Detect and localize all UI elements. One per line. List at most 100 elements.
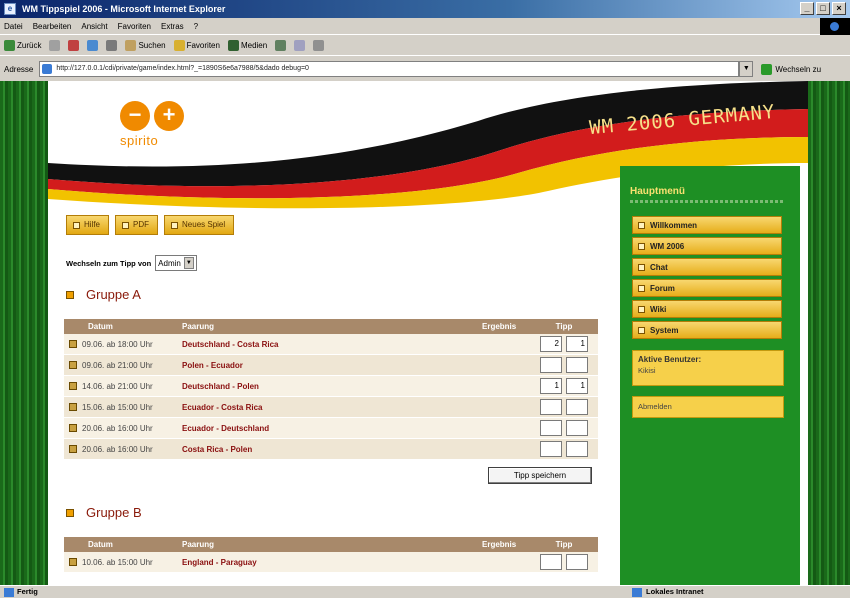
refresh-button[interactable]: [87, 40, 99, 51]
match-date: 09.06. ab 18:00 Uhr: [82, 339, 153, 349]
go-button[interactable]: Wechseln zu: [761, 63, 821, 75]
tipp-cell: [530, 554, 598, 570]
tipp-home-input[interactable]: [540, 441, 562, 457]
page-icon: [42, 64, 53, 74]
back-button[interactable]: Zurück: [4, 40, 41, 51]
group-a-table: Datum Paarung Ergebnis Tipp 09.06. ab 18…: [64, 319, 598, 460]
media-button[interactable]: Medien: [227, 40, 267, 51]
forward-button[interactable]: [49, 40, 61, 51]
tipp-away-input[interactable]: [566, 357, 588, 373]
match-icon: [69, 403, 77, 411]
mail-button[interactable]: [294, 40, 306, 51]
tipp-home-input[interactable]: [540, 399, 562, 415]
ie-throbber-icon: [820, 18, 850, 35]
pdf-button[interactable]: PDF: [115, 215, 159, 235]
match-pairing[interactable]: Polen - Ecuador: [182, 361, 482, 370]
favorites-button[interactable]: Favoriten: [173, 40, 220, 51]
home-button[interactable]: [106, 40, 118, 51]
match-icon: [69, 382, 77, 390]
window-title: WM Tippspiel 2006 - Microsoft Internet E…: [22, 4, 226, 14]
tipp-away-input[interactable]: [566, 554, 588, 570]
tipp-cell: [530, 420, 598, 436]
new-game-button[interactable]: Neues Spiel: [164, 215, 235, 235]
back-arrow-icon: [4, 40, 15, 51]
match-pairing[interactable]: Ecuador - Deutschland: [182, 424, 482, 433]
search-icon: [125, 40, 137, 51]
nav-bullet-icon: [638, 221, 645, 229]
minus-circle-icon: −: [120, 101, 150, 131]
match-pairing[interactable]: Deutschland - Polen: [182, 382, 482, 391]
bullet-icon: [66, 290, 74, 299]
home-icon: [106, 40, 118, 51]
tipp-switch-label: Wechseln zum Tipp von: [66, 258, 152, 268]
address-dropdown-button[interactable]: ▼: [739, 61, 754, 77]
menu-favoriten[interactable]: Favoriten: [118, 18, 151, 34]
help-button[interactable]: Hilfe: [66, 215, 110, 235]
menu-extras[interactable]: Extras: [161, 18, 184, 34]
table-row: 20.06. ab 16:00 Uhr Costa Rica - Polen: [64, 439, 598, 460]
history-button[interactable]: [275, 40, 287, 51]
search-button[interactable]: Suchen: [125, 40, 166, 51]
address-input[interactable]: http://127.0.0.1/cdi/private/game/index.…: [39, 61, 740, 77]
forward-arrow-icon: [49, 40, 61, 51]
tipp-cell: [530, 399, 598, 415]
tipp-home-input[interactable]: [540, 357, 562, 373]
window-titlebar: e WM Tippspiel 2006 - Microsoft Internet…: [0, 0, 850, 18]
close-button[interactable]: ×: [832, 2, 846, 15]
nav-bullet-icon: [638, 284, 645, 292]
tipp-away-input[interactable]: 1: [566, 336, 588, 352]
logout-link[interactable]: Abmelden: [632, 396, 784, 418]
tipp-away-input[interactable]: [566, 441, 588, 457]
header-result: Ergebnis: [482, 322, 517, 331]
header-tipp: Tipp: [555, 322, 573, 331]
match-date: 15.06. ab 15:00 Uhr: [82, 402, 153, 412]
match-date: 10.06. ab 15:00 Uhr: [82, 557, 153, 567]
tipp-home-input[interactable]: 2: [540, 336, 562, 352]
match-date: 20.06. ab 16:00 Uhr: [82, 423, 153, 433]
active-users-list: Kikisi: [638, 366, 656, 375]
stop-button[interactable]: [68, 40, 80, 51]
table-header: Datum Paarung Ergebnis Tipp: [64, 537, 598, 552]
nav-system[interactable]: System: [632, 321, 782, 339]
save-tipp-button[interactable]: Tipp speichern: [488, 467, 592, 484]
new-game-icon: [171, 221, 179, 229]
match-pairing[interactable]: Costa Rica - Polen: [182, 445, 482, 454]
tipp-user-select[interactable]: Admin ▼: [155, 255, 197, 271]
tipp-away-input[interactable]: [566, 420, 588, 436]
row-icon-cell: [64, 361, 82, 369]
table-row: 09.06. ab 18:00 Uhr Deutschland - Costa R…: [64, 334, 598, 355]
tipp-home-input[interactable]: 1: [540, 378, 562, 394]
tipp-away-input[interactable]: [566, 399, 588, 415]
minimize-button[interactable]: _: [800, 2, 814, 15]
print-button[interactable]: [313, 40, 325, 51]
menu-ansicht[interactable]: Ansicht: [81, 18, 107, 34]
bullet-icon: [66, 508, 74, 517]
match-pairing[interactable]: Deutschland - Costa Rica: [182, 340, 482, 349]
nav-chat[interactable]: Chat: [632, 258, 782, 276]
row-icon-cell: [64, 445, 82, 453]
nav-wiki[interactable]: Wiki: [632, 300, 782, 318]
star-icon: [173, 40, 185, 51]
active-users-box: Aktive Benutzer: Kikisi: [632, 350, 784, 386]
maximize-button[interactable]: □: [816, 2, 830, 15]
nav-willkommen[interactable]: Willkommen: [632, 216, 782, 234]
row-icon-cell: [64, 382, 82, 390]
header-match: Paarung: [182, 540, 215, 549]
row-icon-cell: [64, 424, 82, 432]
pdf-icon: [122, 221, 130, 229]
menu-datei[interactable]: Datei: [4, 18, 23, 34]
match-pairing[interactable]: Ecuador - Costa Rica: [182, 403, 482, 412]
table-header: Datum Paarung Ergebnis Tipp: [64, 319, 598, 334]
menu-bar: Datei Bearbeiten Ansicht Favoriten Extra…: [0, 18, 850, 35]
match-pairing[interactable]: England - Paraguay: [182, 558, 482, 567]
menu-bearbeiten[interactable]: Bearbeiten: [33, 18, 72, 34]
nav-forum[interactable]: Forum: [632, 279, 782, 297]
address-bar: Adresse http://127.0.0.1/cdi/private/gam…: [0, 58, 850, 80]
tipp-away-input[interactable]: 1: [566, 378, 588, 394]
grass-background-left: [0, 81, 48, 585]
menu-help[interactable]: ?: [194, 18, 198, 34]
nav-wm-2006[interactable]: WM 2006: [632, 237, 782, 255]
tipp-home-input[interactable]: [540, 554, 562, 570]
tipp-home-input[interactable]: [540, 420, 562, 436]
tipp-cell: [530, 441, 598, 457]
